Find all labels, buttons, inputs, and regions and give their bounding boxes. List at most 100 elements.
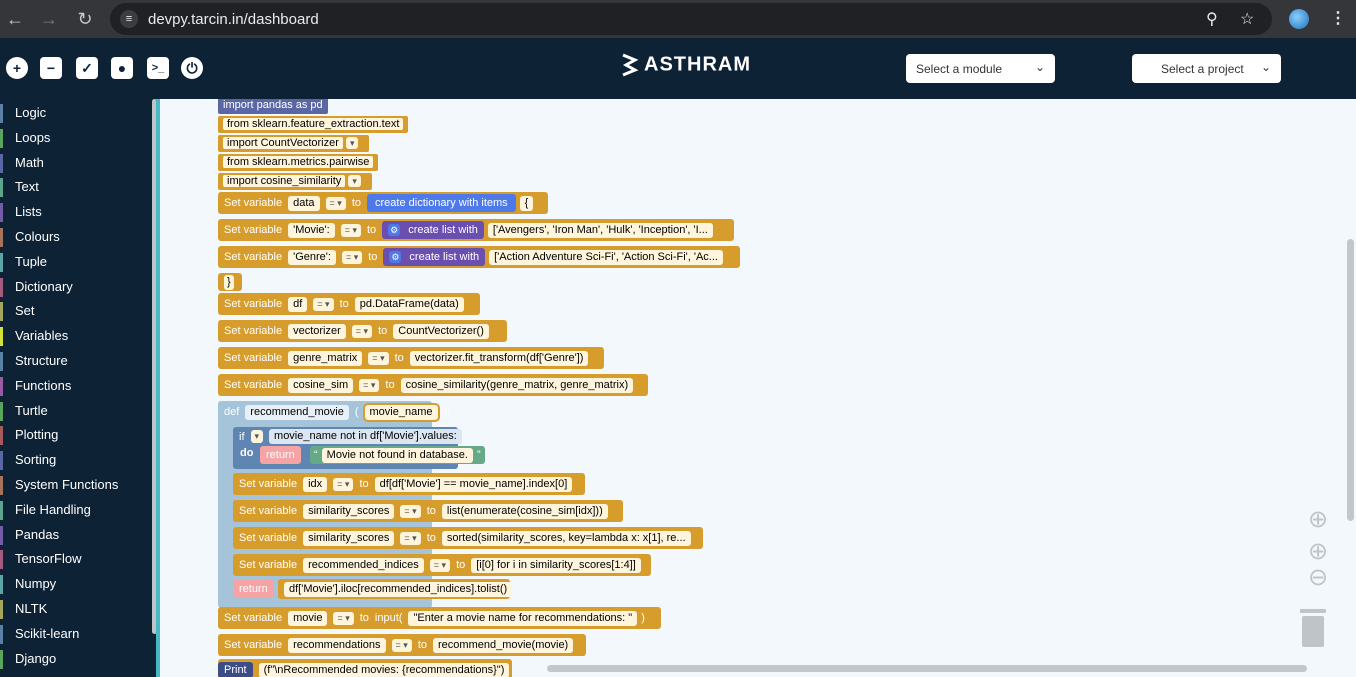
value-text[interactable]: vectorizer.fit_transform(df['Genre']): [409, 350, 589, 366]
value-text[interactable]: df[df['Movie'] == movie_name].index[0]: [374, 476, 573, 492]
operator-dropdown[interactable]: = ▾: [400, 531, 421, 545]
variable-name[interactable]: genre_matrix: [288, 350, 363, 366]
power-icon[interactable]: ⏻: [181, 57, 203, 79]
value-text[interactable]: [i[0] for i in similarity_scores[1:4]]: [471, 557, 641, 573]
import-block[interactable]: from sklearn.metrics.pairwise: [218, 154, 379, 171]
zoom-icon[interactable]: ⚲: [1206, 9, 1218, 29]
variable-name[interactable]: recommendations: [288, 637, 386, 653]
function-name-field[interactable]: recommend_movie: [245, 404, 349, 420]
terminal-icon[interactable]: >_: [147, 57, 169, 79]
forward-icon[interactable]: →: [36, 6, 62, 32]
dropdown-icon[interactable]: ▾: [348, 175, 361, 187]
sidebar-item-colours[interactable]: Colours: [0, 225, 160, 250]
list-value[interactable]: ['Action Adventure Sci-Fi', 'Action Sci-…: [489, 249, 723, 265]
blockly-workspace[interactable]: import pandas as pd from sklearn.feature…: [160, 99, 1356, 677]
dropdown-icon[interactable]: ▾: [345, 137, 359, 149]
input-prompt[interactable]: "Enter a movie name for recommendations:…: [408, 610, 638, 626]
import-block[interactable]: from sklearn.feature_extraction.text: [218, 116, 409, 133]
operator-dropdown[interactable]: = ▾: [429, 558, 451, 572]
sidebar-item-turtle[interactable]: Turtle: [0, 399, 160, 424]
set-variable-block[interactable]: Set variable similarity_scores = ▾ to so…: [233, 527, 703, 549]
value-text[interactable]: CountVectorizer(): [393, 323, 489, 339]
browser-menu-icon[interactable]: ⋮: [1330, 8, 1346, 28]
sidebar-item-variables[interactable]: Variables: [0, 324, 160, 349]
import-block[interactable]: import CountVectorizer ▾: [218, 135, 370, 152]
check-icon[interactable]: ✓: [76, 57, 98, 79]
sidebar-item-system-functions[interactable]: System Functions: [0, 473, 160, 498]
set-variable-block[interactable]: Set variable 'Movie': = ▾ to ⚙ create lis…: [218, 219, 734, 241]
operator-dropdown[interactable]: = ▾: [391, 638, 412, 652]
operator-dropdown[interactable]: = ▾: [341, 250, 363, 264]
variable-name[interactable]: df: [288, 296, 308, 312]
sidebar-item-text[interactable]: Text: [0, 175, 160, 200]
variable-name[interactable]: similarity_scores: [303, 503, 395, 519]
variable-name[interactable]: similarity_scores: [303, 530, 395, 546]
sidebar-item-sorting[interactable]: Sorting: [0, 448, 160, 473]
sidebar-item-loops[interactable]: Loops: [0, 126, 160, 151]
create-list-block[interactable]: ⚙ create list with: [382, 221, 484, 239]
list-value[interactable]: ['Avengers', 'Iron Man', 'Hulk', 'Incept…: [487, 222, 713, 238]
set-variable-block[interactable]: Set variable data = ▾ to create dictiona…: [218, 192, 548, 214]
value-text[interactable]: recommend_movie(movie): [433, 637, 574, 653]
return-block[interactable]: return: [233, 580, 274, 598]
address-bar[interactable]: ≡ devpy.tarcin.in/dashboard ⚲ ☆: [110, 3, 1272, 35]
print-block[interactable]: Print (f"\nRecommended movies: {recommen…: [218, 659, 512, 677]
set-variable-block[interactable]: Set variable movie = ▾ to input( "Enter …: [218, 607, 661, 629]
operator-dropdown[interactable]: = ▾: [313, 297, 334, 311]
project-select[interactable]: Select a project ⌄: [1132, 54, 1281, 83]
value-text[interactable]: list(enumerate(cosine_sim[idx])): [441, 503, 608, 519]
recenter-icon[interactable]: ⊕: [1308, 505, 1328, 534]
sidebar-item-nltk[interactable]: NLTK: [0, 597, 160, 622]
back-icon[interactable]: ←: [2, 6, 28, 32]
string-value[interactable]: Movie not found in database.: [321, 447, 473, 463]
sidebar-item-file-handling[interactable]: File Handling: [0, 498, 160, 523]
variable-name[interactable]: 'Genre':: [288, 249, 336, 265]
new-file-icon[interactable]: +: [6, 57, 28, 79]
create-list-block[interactable]: ⚙ create list with: [383, 248, 486, 266]
value-text[interactable]: cosine_similarity(genre_matrix, genre_ma…: [400, 377, 634, 393]
sidebar-item-tensorflow[interactable]: TensorFlow: [0, 547, 160, 572]
return-block[interactable]: return: [260, 446, 301, 464]
variable-name[interactable]: data: [288, 195, 320, 211]
url-text[interactable]: devpy.tarcin.in/dashboard: [148, 11, 319, 28]
if-condition[interactable]: movie_name not in df['Movie'].values:: [269, 429, 462, 444]
profile-avatar[interactable]: [1289, 9, 1309, 29]
parameter-field[interactable]: movie_name: [362, 402, 440, 422]
sidebar-item-functions[interactable]: Functions: [0, 374, 160, 399]
sidebar-item-tuple[interactable]: Tuple: [0, 250, 160, 275]
variable-name[interactable]: movie: [288, 610, 328, 626]
bag-icon[interactable]: ●: [111, 57, 133, 79]
zoom-in-icon[interactable]: ⊕: [1308, 537, 1328, 566]
set-variable-block[interactable]: Set variable 'Genre': = ▾ to ⚙ create lis…: [218, 246, 740, 268]
operator-dropdown[interactable]: = ▾: [340, 223, 361, 237]
create-dictionary-block[interactable]: create dictionary with items: [367, 194, 516, 212]
if-dropdown[interactable]: ▾: [250, 430, 264, 443]
set-variable-block[interactable]: Set variable recommended_indices = ▾ to …: [233, 554, 651, 576]
dict-close-block[interactable]: }: [218, 273, 242, 291]
operator-dropdown[interactable]: = ▾: [359, 378, 380, 392]
site-info-icon[interactable]: ≡: [120, 10, 138, 28]
horizontal-scrollbar[interactable]: [547, 665, 1307, 672]
value-text[interactable]: sorted(similarity_scores, key=lambda x: …: [441, 530, 691, 546]
set-variable-block[interactable]: Set variable similarity_scores = ▾ to li…: [233, 500, 623, 522]
sidebar-item-django[interactable]: Django: [0, 647, 160, 672]
sidebar-item-lists[interactable]: Lists: [0, 200, 160, 225]
operator-dropdown[interactable]: = ▾: [325, 196, 346, 210]
sidebar-item-set[interactable]: Set: [0, 299, 160, 324]
operator-dropdown[interactable]: = ▾: [333, 477, 354, 491]
sidebar-item-numpy[interactable]: Numpy: [0, 572, 160, 597]
gear-icon[interactable]: ⚙: [388, 224, 401, 236]
sidebar-item-structure[interactable]: Structure: [0, 349, 160, 374]
vertical-scrollbar[interactable]: [1347, 239, 1354, 521]
reload-icon[interactable]: ↻: [72, 6, 98, 32]
gear-icon[interactable]: ⚙: [389, 251, 402, 263]
variable-name[interactable]: vectorizer: [288, 323, 346, 339]
variable-name[interactable]: cosine_sim: [288, 377, 354, 393]
open-file-icon[interactable]: −: [40, 57, 62, 79]
sidebar-item-scikit-learn[interactable]: Scikit-learn: [0, 622, 160, 647]
variable-name[interactable]: 'Movie':: [288, 222, 335, 238]
variable-name[interactable]: recommended_indices: [303, 557, 424, 573]
operator-dropdown[interactable]: = ▾: [333, 611, 354, 625]
set-variable-block[interactable]: Set variable df = ▾ to pd.DataFrame(data…: [218, 293, 480, 315]
import-block[interactable]: import cosine_similarity ▾: [218, 173, 372, 190]
